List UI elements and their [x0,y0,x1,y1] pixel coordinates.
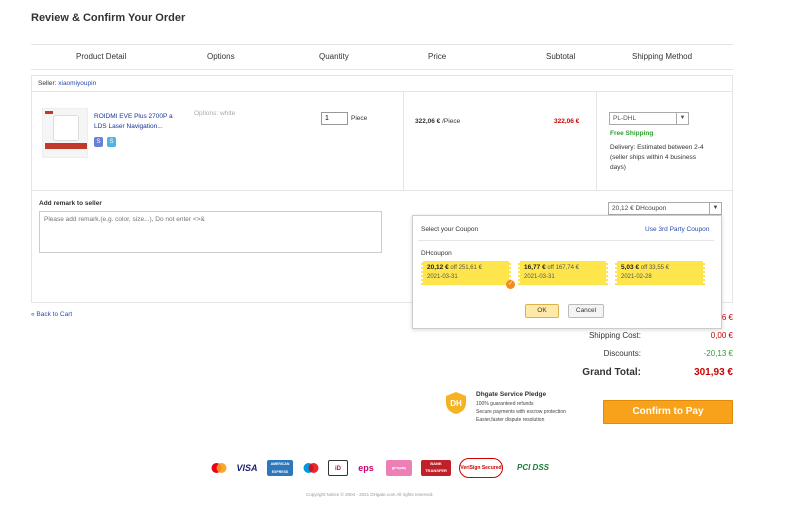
shipping-cost-value: 0,00 € [710,331,733,340]
column-divider [403,92,404,191]
shield-icon: DH [446,392,466,414]
bank-transfer-logo: BANK TRANSFER [421,460,451,476]
maestro-logo [302,462,320,474]
subtotal-value: 6 € [721,313,733,322]
free-shipping-label: Free Shipping [610,130,654,137]
amex-logo: AMERICAN EXPRESS [267,460,293,476]
header-quantity: Quantity [319,52,349,61]
pci-dss-logo: PCI DSS [516,463,549,472]
grand-total-value: 301,93 € [694,367,733,378]
header-shipping-method: Shipping Method [632,52,693,61]
shipping-method-value: PL-DHL [613,115,637,122]
coupon-select[interactable]: 20,12 € DHcoupon ▼ [608,202,722,215]
coupon-option[interactable]: 20,12 € off 251,61 € 2021-03-31 [420,261,512,285]
chevron-down-icon: ▼ [676,113,688,124]
pledge-line: 100% guaranteed refunds [476,401,534,407]
eps-logo: eps [358,463,374,473]
shipping-cost-label: Shipping Cost: [588,331,641,340]
discounts-label: Discounts: [603,349,641,358]
coupon-condition: off 167,74 € [545,265,579,271]
coupon-amount: 20,12 € [427,264,449,271]
coupon-select-value: 20,12 € DHcoupon [612,205,667,212]
coupon-amount: 16,77 € [524,264,546,271]
coupon-option[interactable]: 5,03 € off 33,55 € 2021-02-28 [614,261,706,285]
discounts-value: -20,13 € [703,349,733,358]
coupon-group-label: DHcoupon [421,250,452,257]
price-unit: /Piece [440,118,461,125]
visa-logo: VISA [236,463,258,473]
shipping-method-select[interactable]: PL-DHL ▼ [609,112,689,125]
header-options: Options [207,52,235,61]
robot-vacuum-icon [53,115,79,141]
pledge-line: Secure payments with escrow protection [476,409,566,415]
quantity-input[interactable] [321,112,348,125]
unit-price: 322,06 € /Piece [415,118,460,125]
header-product-detail: Product Detail [76,52,127,61]
brand-logo [45,111,53,114]
verisign-logo: VeriSign Secured [459,458,503,478]
checkmark-icon: ✓ [506,280,515,289]
coupon-ok-button[interactable]: OK [525,304,559,318]
page-title: Review & Confirm Your Order [31,12,186,24]
pledge-line: Easier,faster dispute resolution [476,417,545,423]
seller-row: Seller: xiaomiyoupin [32,76,732,92]
item-subtotal: 322,06 € [554,118,580,125]
shield-badge-icon: S [107,137,116,147]
third-party-coupon-link[interactable]: Use 3rd Party Coupon [645,226,709,233]
back-to-cart-link[interactable]: « Back to Cart [31,311,72,318]
remark-label: Add remark to seller [39,200,102,207]
coupon-condition: off 33,55 € [639,265,669,271]
coupon-condition: off 251,61 € [448,265,482,271]
product-box-icon [45,143,87,149]
price-value: 322,06 € [415,118,441,125]
coupon-amount: 5,03 € [621,264,640,271]
table-header-row [31,44,733,70]
product-options: Options: white [194,110,236,117]
divider [418,240,714,241]
seller-label: Seller: [38,80,57,87]
product-row [32,92,732,191]
coupon-option[interactable]: 16,77 € off 167,74 € 2021-03-31 [517,261,609,285]
confirm-to-pay-button[interactable]: Confirm to Pay [603,400,733,424]
ideal-logo: iD [328,460,348,476]
copyright: Copyright Notice © 2004 - 2021 DHgate.co… [306,492,434,497]
remark-textarea[interactable] [39,211,382,253]
seller-link[interactable]: xiaomiyoupin [58,80,96,87]
header-subtotal: Subtotal [546,52,576,61]
shield-icon-text: DH [450,399,462,408]
pledge-title: Dhgate Service Pledge [476,391,547,398]
giropay-logo: giropay [386,460,412,476]
shield-badge-icon: S [94,137,103,147]
coupon-expiry: 2021-03-31 [427,274,458,280]
column-divider [596,92,597,191]
coupon-expiry: 2021-02-28 [621,274,652,280]
mastercard-logo [210,462,228,474]
coupon-cancel-button[interactable]: Cancel [568,304,604,318]
header-price: Price [428,52,447,61]
grand-total-label: Grand Total: [582,367,641,378]
coupon-expiry: 2021-03-31 [524,274,555,280]
coupon-panel-title: Select your Coupon [421,226,479,233]
product-image[interactable] [42,108,88,158]
quantity-unit: Piece [351,115,368,122]
product-name-link[interactable]: ROIDMI EVE Plus 2700P a LDS Laser Naviga… [94,112,178,132]
chevron-down-icon: ▼ [709,203,721,214]
delivery-estimate: Delivery: Estimated between 2-4 (seller … [610,144,704,171]
